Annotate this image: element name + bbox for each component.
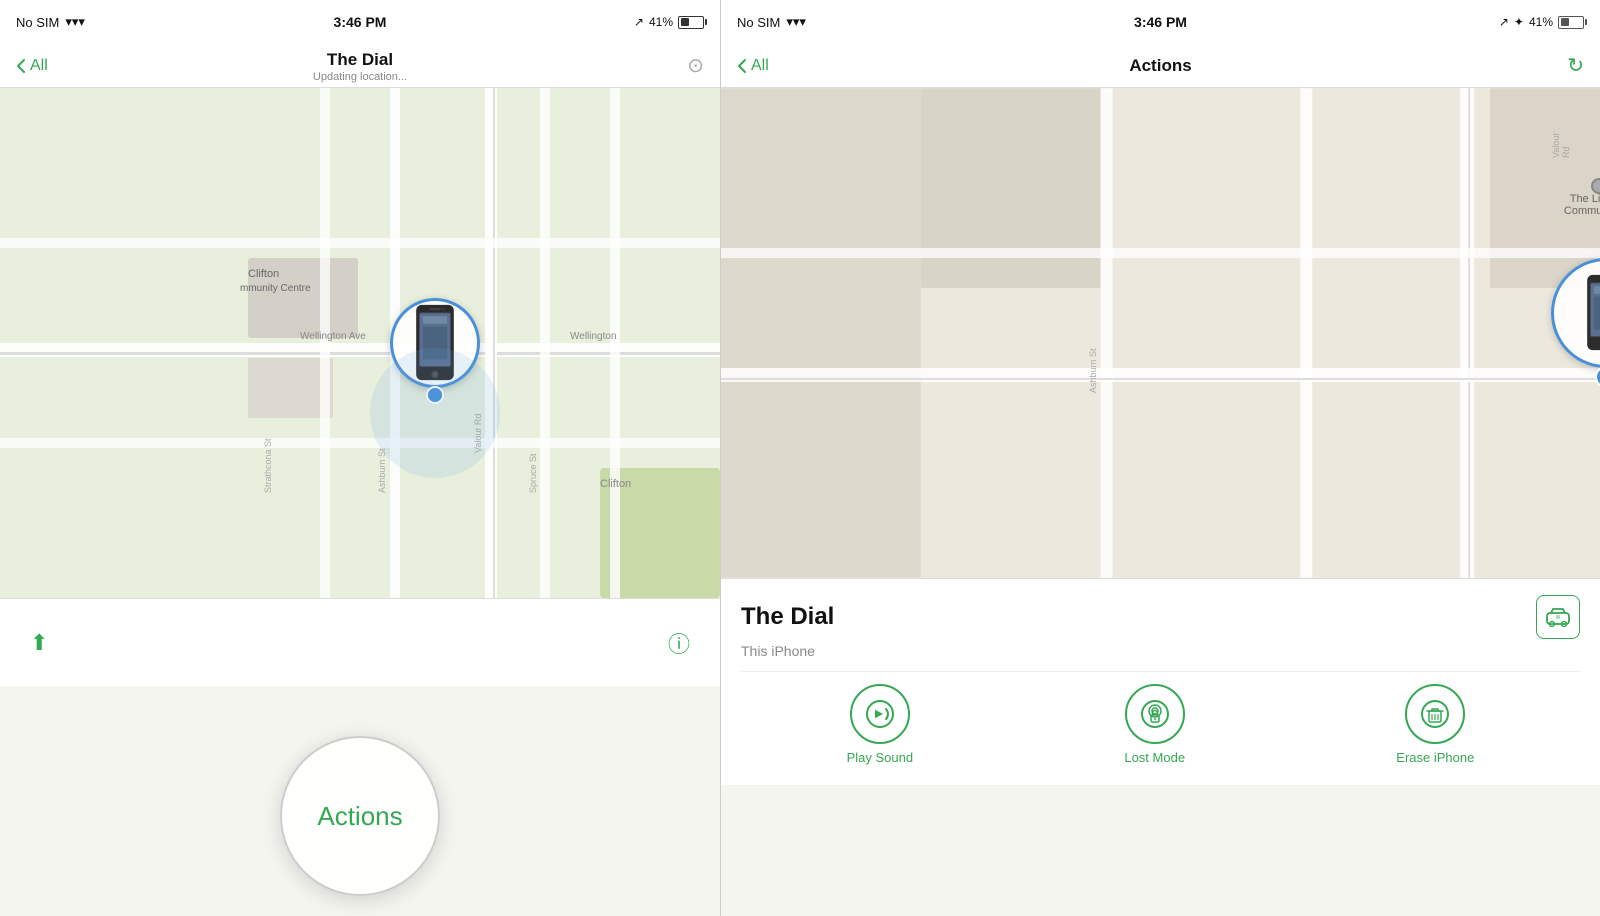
device-subtitle: This iPhone [741, 643, 1580, 659]
location-button-left[interactable]: ⬆ [30, 630, 48, 656]
carrier-left: No SIM [16, 15, 59, 30]
refresh-icon[interactable]: ↻ [1567, 55, 1584, 77]
map-area-right: Valour Rd Ashburn St The Living Christ C… [721, 88, 1600, 578]
time-right: 3:46 PM [1134, 14, 1187, 30]
lost-mode-icon [1140, 699, 1170, 729]
nav-right-left: ⊙ [687, 53, 704, 78]
device-info-panel: The Dial This iPhone [721, 578, 1600, 785]
right-phone: No SIM ▾▾▾ 3:46 PM ↗ ✦ 41% All Actions ↻ [720, 0, 1600, 916]
battery-icon-right [1558, 16, 1584, 29]
map-svg-left [0, 88, 720, 598]
device-name: The Dial [741, 603, 834, 631]
wifi-icon-left: ▾▾▾ [65, 14, 85, 30]
device-marker-left [390, 298, 480, 404]
erase-iphone-item[interactable]: Erase iPhone [1396, 684, 1474, 765]
battery-fill-left [681, 18, 690, 26]
erase-iphone-label: Erase iPhone [1396, 750, 1474, 765]
play-sound-circle [850, 684, 910, 744]
battery-fill-right [1561, 18, 1570, 26]
lost-mode-circle [1125, 684, 1185, 744]
device-name-row: The Dial [741, 595, 1580, 639]
status-right-left: ↗ 41% [634, 15, 704, 29]
back-chevron-right [737, 58, 747, 74]
map-svg-right [721, 88, 1600, 578]
play-sound-item[interactable]: Play Sound [847, 684, 914, 765]
location-dot-right [1595, 366, 1600, 388]
nav-title-left: The Dial [313, 50, 407, 70]
status-bar-left: No SIM ▾▾▾ 3:46 PM ↗ 41% [0, 0, 720, 44]
actions-button-container: Actions [280, 736, 440, 896]
actions-button[interactable]: Actions [280, 736, 440, 896]
status-left: No SIM ▾▾▾ [16, 14, 85, 30]
nav-subtitle-left: Updating location... [313, 71, 407, 83]
device-circle-right [1551, 258, 1600, 368]
location-icon-right: ↗ [1499, 15, 1509, 29]
lost-mode-label: Lost Mode [1124, 750, 1185, 765]
back-button-right[interactable]: All [737, 57, 769, 75]
play-sound-label: Play Sound [847, 750, 914, 765]
church-marker [1591, 178, 1600, 194]
info-button-left[interactable]: ⓘ [668, 627, 690, 659]
play-sound-icon [865, 699, 895, 729]
car-icon [1545, 607, 1571, 627]
erase-icon [1420, 699, 1450, 729]
time-left: 3:46 PM [334, 14, 387, 30]
nav-right-right[interactable]: ↻ [1567, 53, 1584, 78]
nav-bar-right: All Actions ↻ [721, 44, 1600, 88]
location-radius-left [370, 348, 500, 478]
back-button-left[interactable]: All [16, 57, 48, 75]
map-label-church: The Living Christ Community Church [1561, 193, 1600, 217]
battery-pct-right: 41% [1529, 15, 1553, 29]
back-label-left: All [30, 57, 48, 75]
iphone-icon-right [1581, 273, 1600, 353]
device-marker-right [1551, 258, 1600, 388]
back-label-right: All [751, 57, 769, 75]
back-chevron-left [16, 58, 26, 74]
status-left-right: No SIM ▾▾▾ [737, 14, 806, 30]
wifi-icon-right: ▾▾▾ [786, 14, 806, 30]
nav-title-right: Actions [1129, 56, 1191, 76]
left-phone: No SIM ▾▾▾ 3:46 PM ↗ 41% All The Dial Up… [0, 0, 720, 916]
battery-pct-left: 41% [649, 15, 673, 29]
loading-spinner-left: ⊙ [687, 53, 704, 78]
carrier-right: No SIM [737, 15, 780, 30]
bottom-bar-left: ⬆ ⓘ [0, 598, 720, 686]
nav-bar-left: All The Dial Updating location... ⊙ [0, 44, 720, 88]
action-buttons-row: Play Sound Lost Mode [741, 671, 1580, 785]
map-area-left: Clifton mmunity Centre Wellington Ave We… [0, 88, 720, 598]
location-icon-left: ↗ [634, 15, 644, 29]
status-bar-right: No SIM ▾▾▾ 3:46 PM ↗ ✦ 41% [721, 0, 1600, 44]
bluetooth-icon-right: ✦ [1514, 15, 1524, 29]
status-right-right: ↗ ✦ 41% [1499, 15, 1584, 29]
lost-mode-item[interactable]: Lost Mode [1124, 684, 1185, 765]
erase-iphone-circle [1405, 684, 1465, 744]
actions-button-label: Actions [317, 801, 402, 832]
directions-button[interactable] [1536, 595, 1580, 639]
battery-icon-left [678, 16, 704, 29]
